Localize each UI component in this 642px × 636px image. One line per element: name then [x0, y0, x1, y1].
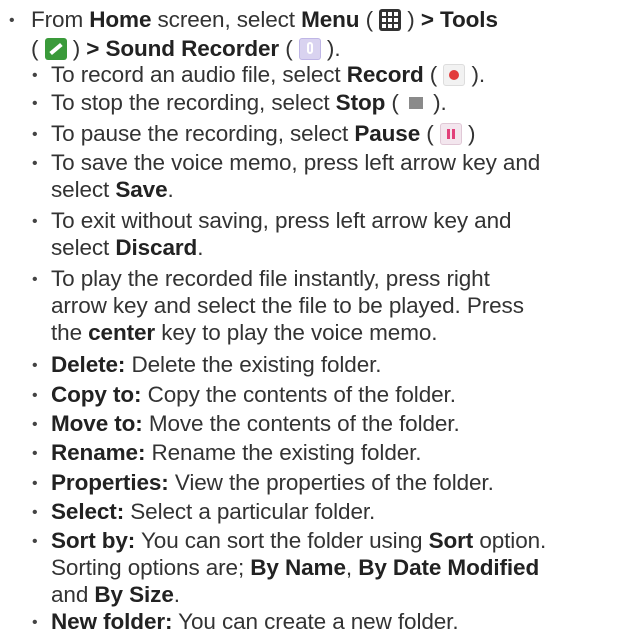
bullet: •	[32, 357, 38, 374]
save-line: select Save.	[51, 177, 174, 202]
instruction-line: ( ) > Sound Recorder ( ).	[31, 36, 341, 61]
copy-line: Copy to: Copy the contents of the folder…	[51, 382, 456, 407]
bullet: •	[32, 533, 38, 550]
sort-line: Sort by: You can sort the folder using S…	[51, 528, 547, 553]
sort-line: Sorting options are; By Name, By Date Mo…	[51, 555, 540, 580]
pause-line: To pause the recording, select Pause ( )	[51, 121, 476, 146]
pause-icon	[439, 123, 462, 145]
sound-recorder-label: > Sound Recorder	[86, 36, 280, 61]
bullet: •	[32, 126, 38, 143]
discard-line: To exit without saving, press left arrow…	[51, 208, 512, 233]
bullet: •	[32, 445, 38, 462]
stop-icon	[404, 92, 427, 114]
bullet: •	[32, 213, 38, 230]
tools-icon	[44, 38, 67, 60]
bullet: •	[32, 67, 38, 84]
home-label: Home	[89, 7, 152, 32]
new-folder-line: New folder: You can create a new folder.	[51, 609, 459, 634]
rename-line: Rename: Rename the existing folder.	[51, 440, 422, 465]
bullet: •	[32, 614, 38, 631]
stop-line: To stop the recording, select Stop ( ).	[51, 90, 447, 115]
select-line: Select: Select a particular folder.	[51, 499, 376, 524]
play-line: the center key to play the voice memo.	[51, 320, 438, 345]
bullet: •	[32, 387, 38, 404]
menu-label: Menu	[301, 7, 360, 32]
menu-grid-icon	[379, 9, 402, 31]
sound-recorder-icon	[298, 38, 321, 60]
instruction-line: From Home screen, select Menu ( ) > Tool…	[31, 7, 498, 32]
record-icon	[443, 64, 466, 86]
bullet: •	[9, 12, 15, 29]
save-line: To save the voice memo, press left arrow…	[51, 150, 541, 175]
manual-page: • From Home screen, select Menu ( ) > To…	[0, 0, 642, 634]
bullet: •	[32, 416, 38, 433]
bullet: •	[32, 271, 38, 288]
properties-line: Properties: View the properties of the f…	[51, 470, 494, 495]
tools-label: > Tools	[420, 7, 498, 32]
record-line: To record an audio file, select Record (…	[51, 62, 486, 87]
bullet: •	[32, 155, 38, 172]
bullet: •	[32, 504, 38, 521]
bullet: •	[32, 475, 38, 492]
play-line: To play the recorded file instantly, pre…	[51, 266, 490, 291]
delete-line: Delete: Delete the existing folder.	[51, 352, 382, 377]
play-line: arrow key and select the file to be play…	[51, 293, 524, 318]
move-line: Move to: Move the contents of the folder…	[51, 411, 460, 436]
bullet: •	[32, 95, 38, 112]
sort-line: and By Size.	[51, 582, 180, 607]
discard-line: select Discard.	[51, 235, 204, 260]
